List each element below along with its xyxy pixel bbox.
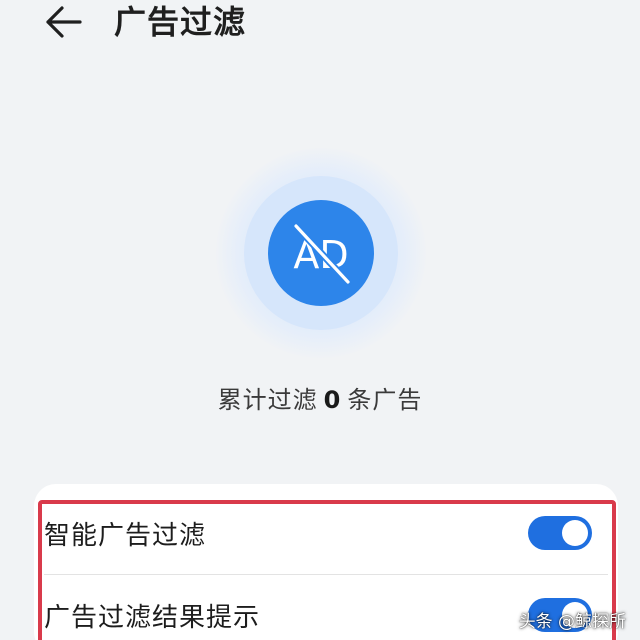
divider [44, 574, 608, 575]
page-title: 广告过滤 [114, 3, 247, 41]
watermark: 头条 @鲸探所 [519, 607, 626, 632]
setting-row-smart-filter[interactable]: 智能广告过滤 [34, 496, 618, 570]
watermark-text: 头条 @鲸探所 [518, 612, 626, 632]
counter-number: 0 [323, 386, 342, 414]
counter-prefix: 累计过滤 [217, 386, 318, 414]
smart-filter-toggle[interactable] [528, 516, 592, 550]
toggle-knob [562, 520, 588, 546]
ad-emblem: AD [216, 148, 426, 358]
arrow-left-icon [46, 6, 82, 38]
header: 广告过滤 [0, 0, 640, 50]
setting-label: 智能广告过滤 [44, 520, 207, 551]
counter-suffix: 条广告 [347, 386, 423, 414]
ad-filter-screen: 广告过滤 AD 累计过滤0条广告 智能广告过滤 广告过滤结果提示 头条 @鲸探所 [0, 0, 640, 640]
back-button[interactable] [40, 2, 86, 42]
setting-label: 广告过滤结果提示 [44, 602, 261, 633]
ad-block-icon: AD [268, 200, 374, 306]
filtered-count-text: 累计过滤 0 条广告 [0, 380, 640, 415]
